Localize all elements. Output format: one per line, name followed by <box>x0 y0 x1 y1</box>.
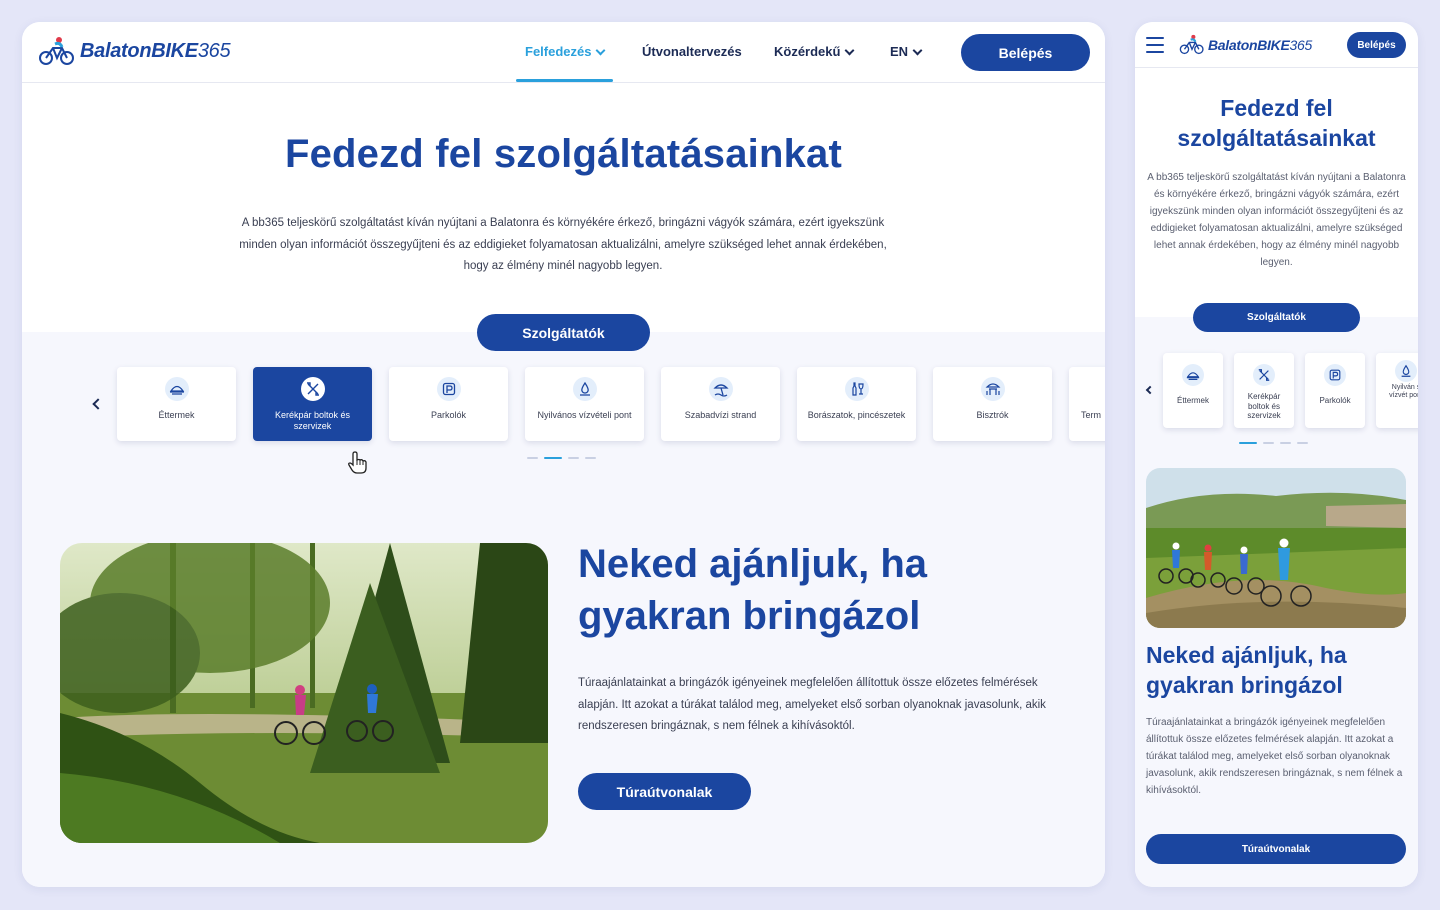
feature-title: Neked ajánljuk, ha gyakran bringázol <box>1146 642 1347 698</box>
service-card-bike-shops[interactable]: Kerékpár boltok és szervizek <box>1234 353 1294 428</box>
cyclist-logo-icon <box>39 37 74 65</box>
carousel-dot[interactable] <box>568 457 579 459</box>
feature-title: Neked ajánljuk, ha gyakran bringázol <box>578 542 928 638</box>
parking-icon <box>1324 364 1346 386</box>
service-card-label: Nyilvános vízvételi pont <box>537 410 632 420</box>
hero-description: A bb365 teljeskörű szolgáltatást kíván n… <box>239 217 887 272</box>
service-card-water-point[interactable]: Nyilvános vízvételi pont <box>525 367 644 441</box>
active-nav-indicator <box>516 79 613 82</box>
service-card-label: Bisztrók <box>976 410 1009 420</box>
nav-label: Közérdekű <box>774 44 841 59</box>
nav-label: Útvonaltervezés <box>642 44 742 59</box>
nav-label: EN <box>890 44 909 59</box>
service-card-label: Term <box>1081 410 1101 420</box>
service-card-water-point[interactable]: Nyilván s vízvét pont <box>1376 353 1418 428</box>
parking-icon <box>436 377 461 401</box>
service-card-bistro[interactable]: Bisztrók <box>933 367 1052 441</box>
carousel-pagination <box>1239 442 1308 444</box>
services-button[interactable]: Szolgáltatók <box>477 314 650 351</box>
login-button[interactable]: Belépés <box>1347 32 1406 58</box>
carousel-dot-active[interactable] <box>1239 442 1257 444</box>
forest-cyclists-photo <box>60 543 548 843</box>
brand-suffix: 365 <box>1289 36 1313 53</box>
desktop-page: BalatonBIKE365 Felfedezés Útvonaltervezé… <box>22 22 1105 887</box>
service-card-label: Borászatok, pincészetek <box>807 410 906 420</box>
nav-kozerdeku[interactable]: Közérdekű <box>774 44 855 59</box>
beach-icon <box>708 377 733 401</box>
service-card-parking[interactable]: Parkolók <box>389 367 508 441</box>
carousel-dot[interactable] <box>585 457 596 459</box>
bike-service-icon <box>1253 364 1275 386</box>
page-title: Fedezd fel szolgáltatásainkat <box>1177 95 1376 151</box>
service-card-label: Szabadvízi strand <box>684 410 757 420</box>
carousel-dot-active[interactable] <box>544 457 562 459</box>
tour-routes-button[interactable]: Túraútvonalak <box>578 773 751 810</box>
restaurant-icon <box>1182 364 1204 386</box>
nav-language[interactable]: EN <box>890 44 923 59</box>
carousel-dot[interactable] <box>1263 442 1274 444</box>
brand-name: BalatonBIKE <box>80 39 198 62</box>
login-button[interactable]: Belépés <box>961 34 1090 71</box>
hamburger-menu-icon[interactable] <box>1146 37 1164 53</box>
chevron-down-icon <box>912 45 923 55</box>
service-card-label: Éttermek <box>158 410 195 420</box>
bistro-icon <box>980 377 1005 401</box>
service-card-label: Parkolók <box>430 410 466 420</box>
brand-name: BalatonBIKE <box>1208 36 1290 53</box>
desktop-header: BalatonBIKE365 Felfedezés Útvonaltervezé… <box>22 22 1105 83</box>
feature-description: Túraajánlatainkat a bringázók igényeinek… <box>1146 717 1403 796</box>
hero-description: A bb365 teljeskörű szolgáltatást kíván n… <box>1147 172 1406 268</box>
mobile-header: BalatonBIKE365 Belépés <box>1135 22 1418 68</box>
services-button[interactable]: Szolgáltatók <box>1193 303 1360 332</box>
restaurant-icon <box>164 377 189 401</box>
site-logo[interactable]: BalatonBIKE365 <box>1179 34 1312 55</box>
service-card-beach[interactable]: Szabadvízi strand <box>661 367 780 441</box>
service-card-label: Kerékpár boltok és szervizek <box>1247 392 1281 420</box>
nav-utvonaltervezes[interactable]: Útvonaltervezés <box>642 44 742 59</box>
bike-service-icon <box>300 377 325 401</box>
brand-suffix: 365 <box>197 39 231 62</box>
hand-cursor-icon <box>348 451 367 474</box>
water-point-icon <box>572 377 597 401</box>
winery-icon <box>844 377 869 401</box>
service-card-winery[interactable]: Borászatok, pincészetek <box>797 367 916 441</box>
feature-description: Túraajánlatainkat a bringázók igényeinek… <box>578 677 1046 732</box>
service-card-ettermek[interactable]: Éttermek <box>117 367 236 441</box>
meadow-cyclists-photo <box>1146 468 1406 628</box>
nav-felfedezes[interactable]: Felfedezés <box>525 44 606 59</box>
service-card-label: Nyilván s vízvét pont <box>1389 384 1418 399</box>
page-title: Fedezd fel szolgáltatásainkat <box>284 132 843 176</box>
chevron-down-icon <box>596 45 606 55</box>
service-card-label: Parkolók <box>1319 396 1351 405</box>
carousel-dot[interactable] <box>527 457 538 459</box>
carousel-dot[interactable] <box>1297 442 1308 444</box>
nav-label: Felfedezés <box>525 44 592 59</box>
carousel-pagination <box>527 457 596 459</box>
service-card-ettermek[interactable]: Éttermek <box>1163 353 1223 428</box>
service-card-label: Kerékpár boltok és szervizek <box>274 410 351 431</box>
service-card-bike-shops[interactable]: Kerékpár boltok és szervizek <box>253 367 372 441</box>
cyclist-logo-icon <box>1179 34 1204 55</box>
service-card-term[interactable]: Term <box>1069 367 1105 441</box>
tour-routes-button[interactable]: Túraútvonalak <box>1146 834 1406 864</box>
chevron-down-icon <box>845 45 855 55</box>
service-card-label: Éttermek <box>1176 396 1209 405</box>
service-card-parking[interactable]: Parkolók <box>1305 353 1365 428</box>
site-logo[interactable]: BalatonBIKE365 <box>38 36 231 66</box>
carousel-dot[interactable] <box>1280 442 1291 444</box>
mobile-page: BalatonBIKE365 Belépés Fedezd fel szolgá… <box>1135 22 1418 887</box>
water-point-icon <box>1395 360 1417 382</box>
